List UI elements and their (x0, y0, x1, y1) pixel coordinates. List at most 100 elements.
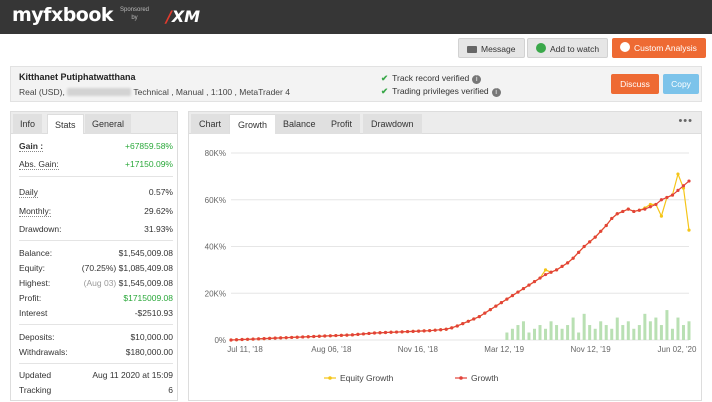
custom-analysis-button[interactable]: Custom Analysis (612, 38, 706, 58)
stat-value: Aug 11 2020 at 15:09 (92, 370, 173, 380)
profit-bar (521, 321, 525, 340)
stat-value: 29.62% (144, 206, 173, 216)
growth-point (256, 337, 261, 341)
growth-point (328, 334, 332, 338)
add-to-watch-button[interactable]: Add to watch (527, 38, 609, 58)
copy-button[interactable]: Copy (663, 74, 699, 94)
stat-label: Updated (19, 370, 52, 380)
divider (19, 240, 173, 241)
stat-value: 31.93% (144, 224, 173, 234)
divider (19, 176, 173, 177)
growth-point (538, 276, 542, 280)
growth-point (279, 336, 283, 340)
profit-bar (599, 321, 603, 340)
stat-value: 6 (168, 385, 173, 395)
message-label: Message (481, 44, 516, 54)
growth-point (505, 297, 509, 301)
stat-value: $10,000.00 (130, 332, 173, 342)
discuss-button[interactable]: Discuss (611, 74, 659, 94)
growth-point (599, 229, 603, 233)
tab-profit[interactable]: Profit (323, 114, 361, 134)
tab-growth[interactable]: Growth (229, 114, 277, 134)
chart-tabs: Chart Growth Balance Profit Drawdown ••• (189, 112, 701, 134)
info-icon[interactable]: i (472, 75, 482, 84)
profit-bar (604, 325, 608, 340)
profit-bar (659, 325, 663, 340)
growth-point (461, 322, 465, 326)
growth-point (637, 208, 641, 212)
profit-bar (637, 325, 641, 340)
tab-drawdown[interactable]: Drawdown (363, 114, 422, 134)
x-tick-label: Jul 11, '18 (227, 345, 263, 354)
stat-gain: Gain : +67859.58% (19, 141, 173, 153)
tab-balance[interactable]: Balance (275, 114, 324, 134)
tab-stats[interactable]: Stats (47, 114, 84, 134)
equity-growth-line (230, 172, 690, 341)
stat-tracking: Tracking 6 (19, 385, 173, 397)
stat-label: Deposits: (19, 332, 55, 342)
top-bar: myfxbook Sponsored by /XM (0, 0, 712, 34)
stat-label[interactable]: Abs. Gain: (19, 159, 59, 170)
growth-point (654, 202, 658, 207)
growth-point (566, 261, 570, 265)
equity-percent: (70.25%) (81, 263, 117, 273)
account-name: Kitthanet Putiphatwatthana (19, 72, 136, 82)
info-icon[interactable]: i (491, 88, 501, 97)
profit-bar (610, 328, 614, 340)
growth-point (521, 286, 526, 291)
stat-profit: Profit: $1715009.08 (19, 293, 173, 305)
growth-point (284, 336, 288, 340)
x-tick-label: Nov 12, '19 (570, 345, 611, 354)
profit-bar (577, 332, 581, 340)
profit-bar (571, 317, 575, 340)
stat-label: Profit: (19, 293, 42, 303)
growth-point (245, 337, 250, 341)
profit-bar (544, 328, 548, 340)
growth-point (262, 336, 266, 341)
growth-point (510, 293, 515, 298)
growth-point (433, 328, 437, 332)
profit-bar (560, 328, 564, 340)
stat-label[interactable]: Daily (19, 187, 38, 198)
x-tick-label: Nov 16, '18 (398, 345, 439, 354)
stat-value: +67859.58% (125, 141, 173, 151)
plus-icon (536, 43, 546, 53)
stat-withdrawals: Withdrawals: $180,000.00 (19, 347, 173, 359)
equity-growth-point (687, 228, 691, 232)
growth-point (543, 272, 548, 277)
stat-label[interactable]: Monthly: (19, 206, 52, 217)
account-details-prefix: Real (USD), (19, 87, 65, 97)
growth-line (230, 180, 690, 341)
stat-abs-gain: Abs. Gain: +17150.09% (19, 159, 173, 171)
profit-bar (665, 310, 669, 340)
growth-point (687, 179, 691, 183)
stat-value: $180,000.00 (125, 347, 173, 357)
check-icon: ✔ (381, 73, 389, 83)
equity-growth-point (543, 268, 548, 272)
sponsor-line-1: Sponsored (120, 7, 150, 13)
stat-value: (70.25%) $1,085,409.08 (82, 263, 173, 273)
tab-chart[interactable]: Chart (191, 114, 230, 134)
growth-point (466, 319, 470, 323)
growth-chart: 0% 20K% 40K% 60K% 80K% Jul 11, '18 Aug 06, '18… (205, 149, 697, 383)
equity-growth-point (659, 214, 664, 218)
tab-general[interactable]: General (85, 114, 132, 134)
tab-info[interactable]: Info (13, 114, 43, 134)
growth-point (306, 335, 310, 339)
profit-bar (648, 321, 652, 340)
profit-bar (538, 325, 542, 340)
profit-bar (681, 325, 685, 340)
stat-label: Equity: (19, 263, 45, 273)
x-tick-label: Mar 12, '19 (484, 345, 524, 354)
account-details: Real (USD), Technical , Manual , 1:100 ,… (19, 87, 290, 97)
stat-label[interactable]: Gain : (19, 141, 44, 152)
message-button[interactable]: Message (458, 38, 525, 58)
more-options-icon[interactable]: ••• (678, 115, 693, 127)
account-info-bar: Kitthanet Putiphatwatthana Real (USD), T… (10, 66, 702, 102)
growth-point (615, 212, 619, 216)
xm-logo[interactable]: /XM (166, 7, 200, 26)
xm-brand: XM (171, 7, 201, 26)
growth-point (472, 317, 476, 321)
divider (19, 363, 173, 364)
myfxbook-logo[interactable]: myfxbook (12, 4, 114, 26)
